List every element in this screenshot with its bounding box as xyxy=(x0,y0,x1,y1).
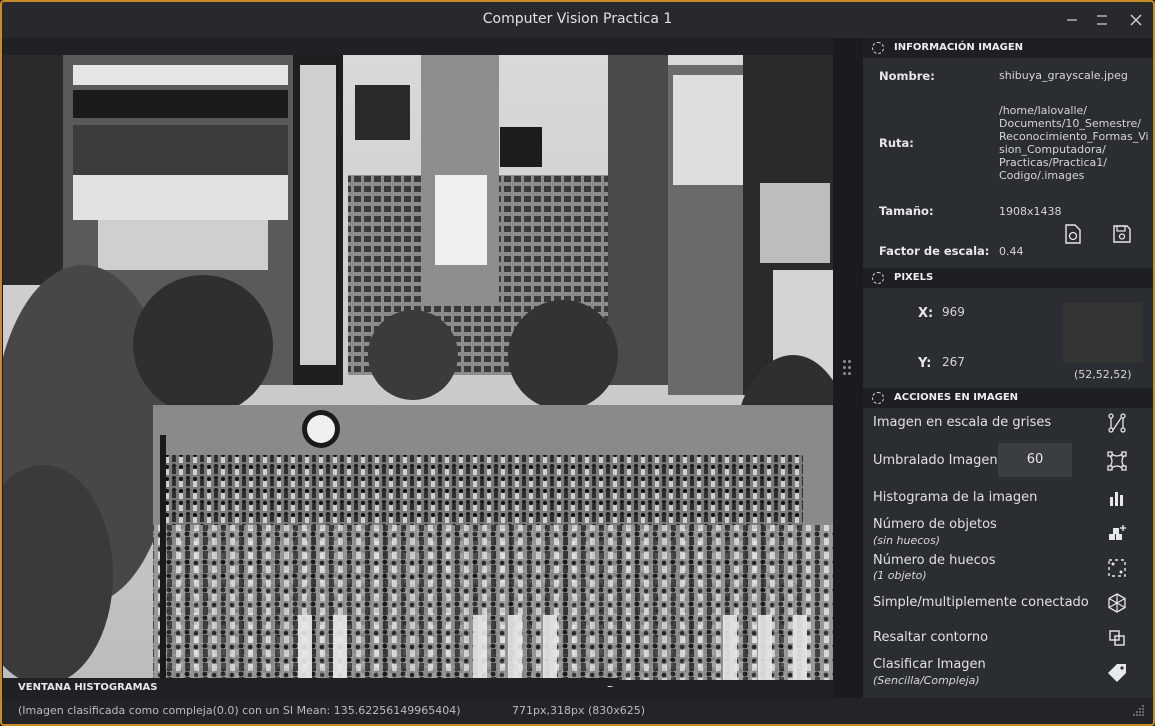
histogram-action[interactable]: Histograma de la imagen xyxy=(873,490,1037,505)
size-label: Tamaño: xyxy=(879,204,934,218)
grayscale-icon[interactable] xyxy=(1105,411,1129,435)
objects-action[interactable]: Número de objetos xyxy=(873,517,997,532)
shapes-add-icon[interactable] xyxy=(1105,521,1129,545)
actions-section-header[interactable]: ACCIONES EN IMAGEN xyxy=(863,388,1153,408)
overlap-squares-icon[interactable] xyxy=(1105,626,1129,650)
close-icon[interactable] xyxy=(1124,8,1148,32)
threshold-icon[interactable] xyxy=(1105,449,1129,473)
save-icon[interactable] xyxy=(1110,222,1134,246)
path-line: sion_Computadora/ xyxy=(999,143,1106,156)
minimize-icon[interactable] xyxy=(1060,8,1084,32)
path-label: Ruta: xyxy=(879,136,914,150)
pixel-rgb-value: (52,52,52) xyxy=(1074,368,1132,381)
resize-grip-icon[interactable] xyxy=(1133,704,1145,716)
bar-chart-icon[interactable] xyxy=(1105,486,1129,510)
maximize-icon[interactable] xyxy=(1090,8,1114,32)
pixel-color-swatch xyxy=(1063,303,1143,363)
info-section-title: INFORMACIÓN IMAGEN xyxy=(894,42,1024,53)
tag-icon[interactable] xyxy=(1105,661,1129,685)
network-icon[interactable] xyxy=(1105,591,1129,615)
path-line: Reconocimiento_Formas_Vi xyxy=(999,130,1149,143)
y-label: Y: xyxy=(918,356,932,371)
contour-action[interactable]: Resaltar contorno xyxy=(873,630,988,645)
section-toggle-icon xyxy=(872,392,884,404)
section-toggle-icon xyxy=(872,272,884,284)
connected-action[interactable]: Simple/multiplemente conectado xyxy=(873,595,1089,610)
path-line: /home/lalovalle/ xyxy=(999,104,1088,117)
holes-action-sub: (1 objeto) xyxy=(873,569,927,582)
splitter-handle[interactable] xyxy=(843,360,853,378)
classify-action-sub: (Sencilla/Compleja) xyxy=(873,674,980,687)
info-section-header[interactable]: INFORMACIÓN IMAGEN xyxy=(863,38,1153,58)
path-line: Documents/10_Semestre/ xyxy=(999,117,1141,130)
threshold-input[interactable]: 60 xyxy=(998,443,1072,477)
section-toggle-icon xyxy=(872,42,884,54)
path-line: Practicas/Practica1/ xyxy=(999,156,1107,169)
histogram-dock-bar[interactable]: VENTANA HISTOGRAMAS – xyxy=(3,678,619,698)
file-reload-icon[interactable] xyxy=(1061,222,1085,246)
image-viewer[interactable] xyxy=(3,38,833,698)
status-message: (Imagen clasificada como compleja(0.0) c… xyxy=(18,704,461,717)
x-label: X: xyxy=(918,306,934,321)
title-bar: Computer Vision Practica 1 xyxy=(2,2,1153,38)
dock-collapse-button[interactable]: – xyxy=(607,679,613,693)
scale-label: Factor de escala: xyxy=(879,244,990,258)
dashed-square-icon[interactable] xyxy=(1105,556,1129,580)
grayscale-photo[interactable] xyxy=(3,55,833,680)
holes-action[interactable]: Número de huecos xyxy=(873,553,996,568)
histogram-dock-title: VENTANA HISTOGRAMAS xyxy=(18,682,158,693)
objects-action-sub: (sin huecos) xyxy=(873,534,941,547)
status-coords: 771px,318px (830x625) xyxy=(512,704,646,717)
status-bar: (Imagen clasificada como compleja(0.0) c… xyxy=(2,698,1153,724)
threshold-action[interactable]: Umbralado Imagen xyxy=(873,453,998,468)
scale-value: 0.44 xyxy=(999,245,1024,258)
y-value: 267 xyxy=(942,355,965,369)
pixels-section-title: PIXELS xyxy=(894,272,934,283)
size-value: 1908x1438 xyxy=(999,205,1062,218)
name-value: shibuya_grayscale.jpeg xyxy=(999,69,1128,82)
actions-section-title: ACCIONES EN IMAGEN xyxy=(894,392,1019,403)
classify-action[interactable]: Clasificar Imagen xyxy=(873,657,986,672)
x-value: 969 xyxy=(942,305,965,319)
pixels-section-header[interactable]: PIXELS xyxy=(863,268,1153,288)
path-value: /home/lalovalle/ Documents/10_Semestre/ … xyxy=(999,104,1151,182)
window-title: Computer Vision Practica 1 xyxy=(482,11,673,27)
path-line: Codigo/.images xyxy=(999,169,1085,182)
name-label: Nombre: xyxy=(879,69,935,83)
grayscale-action[interactable]: Imagen en escala de grises xyxy=(873,415,1051,430)
